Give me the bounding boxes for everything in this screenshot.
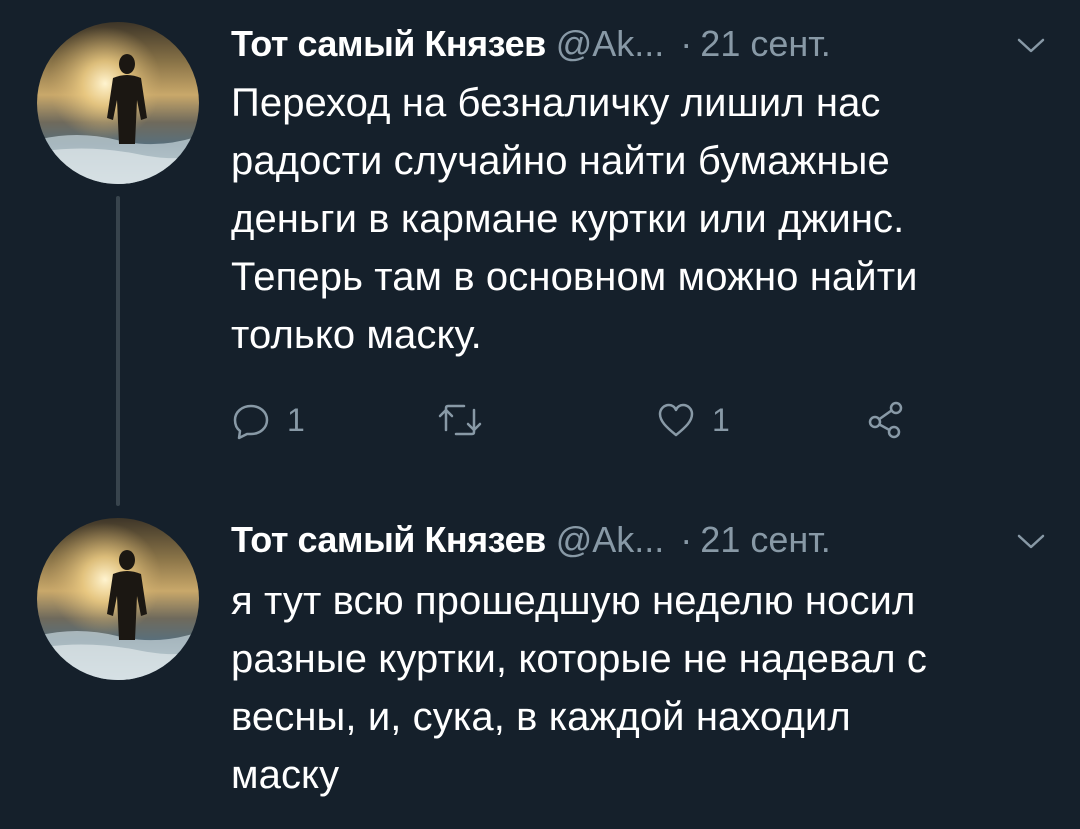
- retweet-icon: [436, 400, 484, 440]
- avatar[interactable]: [37, 518, 199, 680]
- separator-dot: ·: [680, 23, 693, 64]
- tweet-text: я тут всю прошедшую неделю носил разные …: [231, 579, 927, 797]
- avatar[interactable]: [37, 22, 199, 184]
- reply-icon: [231, 400, 271, 440]
- share-icon: [866, 400, 906, 440]
- avatar-image: [37, 518, 199, 680]
- reply-count: 1: [287, 402, 305, 438]
- thread-connector-line: [116, 196, 120, 506]
- timestamp[interactable]: 21 сент.: [700, 23, 830, 64]
- timestamp[interactable]: 21 сент.: [700, 519, 830, 560]
- separator-dot: ·: [680, 519, 693, 560]
- retweet-button[interactable]: [436, 398, 484, 442]
- tweet-text: Переход на безналичку лишил нас радости …: [231, 81, 918, 357]
- share-button[interactable]: [866, 398, 906, 442]
- tweet-header: Тот самый Князев @Ak... · 21 сент.: [231, 518, 1051, 562]
- tweet-actions: 1 1: [231, 398, 1051, 442]
- tweet[interactable]: Тот самый Князев @Ak... · 21 сент. я тут вс…: [0, 500, 1080, 829]
- author-handle[interactable]: @Ak...: [556, 23, 665, 64]
- author-name[interactable]: Тот самый Князев: [231, 23, 546, 64]
- avatar-image: [37, 22, 199, 184]
- author-handle[interactable]: @Ak...: [556, 519, 665, 560]
- reply-button[interactable]: 1: [231, 398, 305, 442]
- chevron-down-icon[interactable]: [1011, 522, 1051, 552]
- tweet-header: Тот самый Князев @Ak... · 21 сент.: [231, 22, 1051, 66]
- like-button[interactable]: 1: [656, 398, 730, 442]
- like-count: 1: [712, 402, 730, 438]
- author-name[interactable]: Тот самый Князев: [231, 519, 546, 560]
- heart-icon: [656, 400, 696, 440]
- chevron-down-icon[interactable]: [1011, 26, 1051, 56]
- tweet[interactable]: Тот самый Князев @Ak... · 21 сент. Переход …: [0, 0, 1080, 506]
